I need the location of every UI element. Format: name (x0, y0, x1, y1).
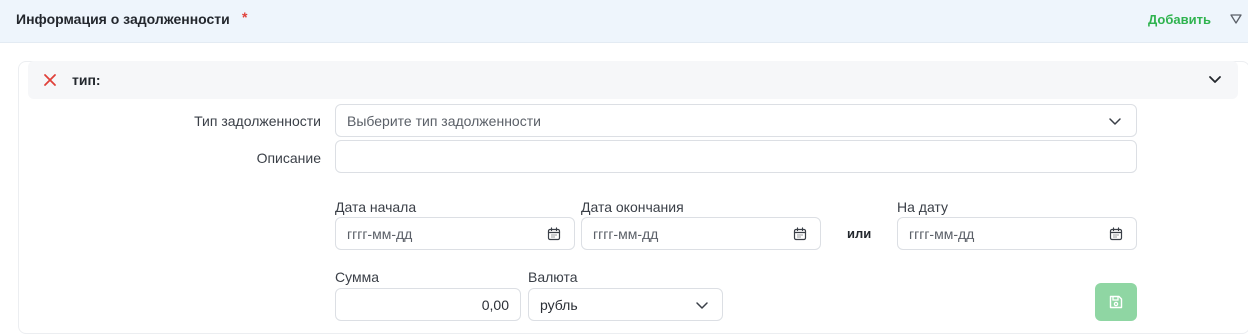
debt-type-placeholder: Выберите тип задолженности (347, 113, 541, 129)
debt-type-select[interactable]: Выберите тип задолженности (335, 104, 1137, 137)
card-title: тип: (72, 72, 101, 88)
start-date-field[interactable]: гггг-мм-дд (335, 217, 575, 250)
chevron-down-icon (696, 302, 708, 309)
calendar-icon[interactable] (546, 226, 562, 242)
end-date-placeholder: гггг-мм-дд (593, 226, 659, 242)
chevron-down-icon[interactable] (1207, 71, 1223, 87)
on-date-placeholder: гггг-мм-дд (909, 226, 975, 242)
save-button[interactable] (1095, 283, 1137, 321)
currency-label: Валюта (528, 269, 578, 285)
triangle-down-icon[interactable] (1229, 12, 1243, 26)
on-date-field[interactable]: гггг-мм-дд (897, 217, 1137, 250)
currency-value: рубль (540, 297, 578, 313)
close-icon[interactable] (42, 72, 58, 88)
add-button[interactable]: Добавить (1148, 12, 1211, 27)
start-date-placeholder: гггг-мм-дд (347, 226, 413, 242)
amount-value: 0,00 (481, 297, 509, 313)
calendar-icon[interactable] (1108, 226, 1124, 242)
end-date-field[interactable]: гггг-мм-дд (581, 217, 821, 250)
section-title: Информация о задолженности (16, 11, 230, 27)
chevron-down-icon (1109, 118, 1121, 125)
debt-card-header[interactable] (28, 61, 1238, 99)
amount-label: Сумма (335, 269, 379, 285)
or-label: или (847, 226, 872, 241)
currency-select[interactable]: рубль (528, 288, 723, 321)
description-field[interactable] (335, 140, 1137, 173)
save-icon (1109, 295, 1123, 309)
debt-type-label: Тип задолженности (194, 113, 321, 129)
start-date-label: Дата начала (335, 199, 417, 215)
end-date-label: Дата окончания (581, 199, 684, 215)
calendar-icon[interactable] (792, 226, 808, 242)
amount-field[interactable]: 0,00 (335, 288, 521, 321)
required-mark: * (242, 9, 248, 25)
on-date-label: На дату (897, 199, 949, 215)
description-label: Описание (256, 150, 321, 166)
